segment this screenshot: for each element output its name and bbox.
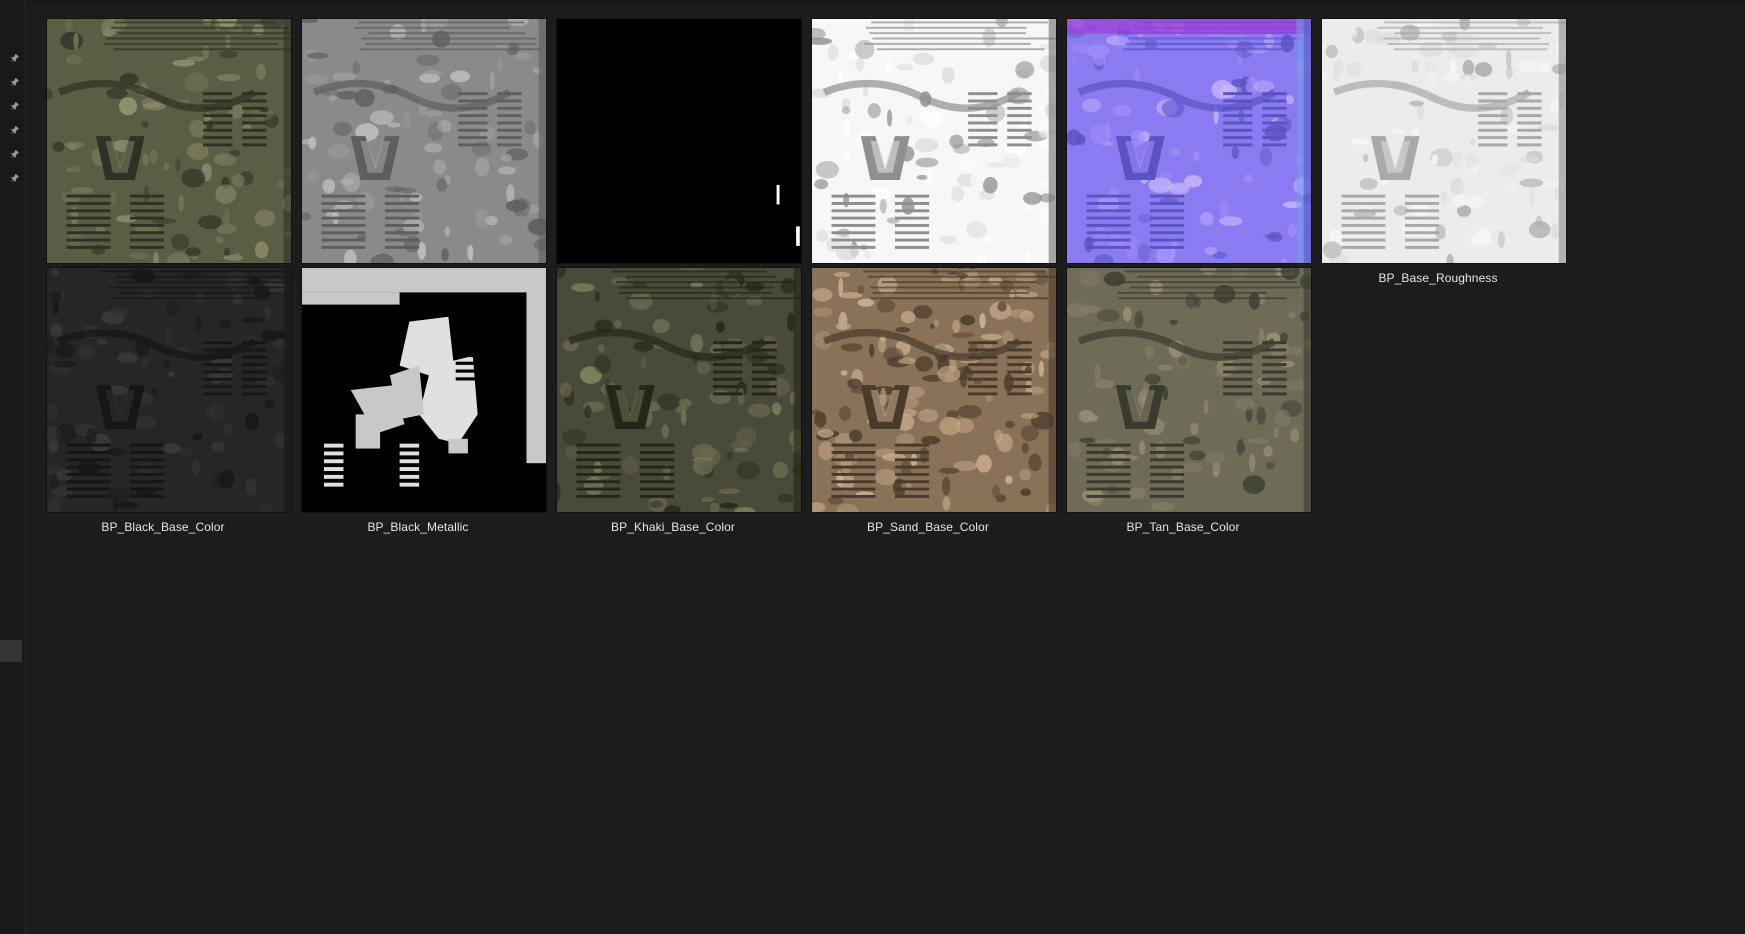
file-tile[interactable]: BP_Base_Normal_OpenGL [1041, 0, 1325, 285]
pin-icon[interactable] [7, 52, 21, 66]
file-name: BP_Black_Base_Color [101, 520, 225, 534]
file-tile[interactable]: BP_Base_Height [276, 0, 560, 285]
pin-icon[interactable] [7, 76, 21, 90]
pin-icon[interactable] [7, 172, 21, 186]
file-tile[interactable]: BP_Khaki_Base_Color [531, 249, 815, 534]
texture-thumbnail[interactable] [812, 268, 1056, 512]
texture-thumbnail[interactable] [302, 268, 546, 512]
pin-icon[interactable] [7, 148, 21, 162]
texture-thumbnail[interactable] [1322, 19, 1566, 263]
pin-icon[interactable] [7, 124, 21, 138]
texture-thumbnail[interactable] [1067, 19, 1311, 263]
texture-thumbnail[interactable] [557, 268, 801, 512]
file-tile[interactable]: BP_Black_Metallic [276, 249, 560, 534]
texture-thumbnail[interactable] [47, 19, 291, 263]
file-tile[interactable]: BP_Base_Base_Color [21, 0, 305, 285]
texture-thumbnail[interactable] [302, 19, 546, 263]
pin-icon[interactable] [7, 100, 21, 114]
file-name: BP_Tan_Base_Color [1126, 520, 1240, 534]
file-name: BP_Base_Roughness [1378, 271, 1498, 285]
texture-thumbnail[interactable] [1067, 268, 1311, 512]
file-name: BP_Sand_Base_Color [867, 520, 989, 534]
file-tile[interactable]: BP_Tan_Base_Color [1041, 249, 1325, 534]
file-tile[interactable]: BP_Sand_Base_Color [786, 249, 1070, 534]
file-name: BP_Khaki_Base_Color [611, 520, 735, 534]
file-name: BP_Black_Metallic [367, 520, 469, 534]
file-tile[interactable]: BP_Base_Roughness [1296, 0, 1580, 285]
texture-thumbnail[interactable] [557, 19, 801, 263]
texture-thumbnail[interactable] [47, 268, 291, 512]
file-tile[interactable]: BP_Base_Mixed_AO [786, 0, 1070, 285]
file-tile[interactable]: BP_Base_Metallic [531, 0, 815, 285]
sidebar-selection-marker[interactable] [0, 640, 22, 662]
file-tile[interactable]: BP_Black_Base_Color [21, 249, 305, 534]
texture-thumbnail[interactable] [812, 19, 1056, 263]
